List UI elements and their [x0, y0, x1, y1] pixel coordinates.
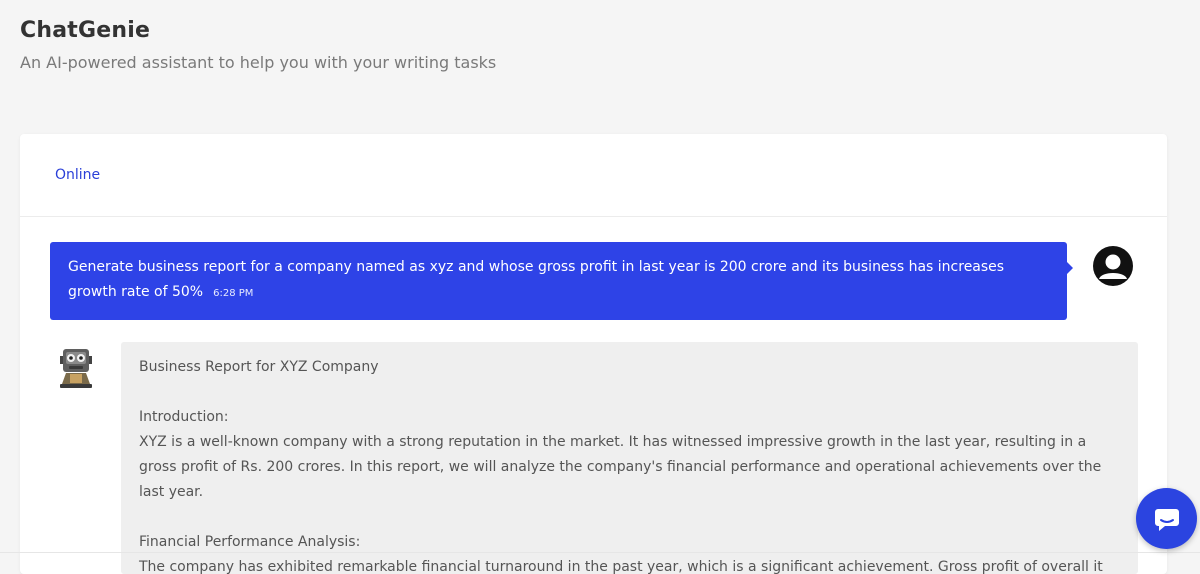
robot-icon — [56, 346, 96, 390]
message-timestamp: 6:28 PM — [213, 288, 254, 299]
divider — [0, 552, 1200, 553]
status-text: Online — [55, 167, 101, 183]
user-avatar-icon — [1088, 246, 1138, 286]
app-subtitle: An AI-powered assistant to help you with… — [20, 53, 497, 72]
app-title: ChatGenie — [20, 18, 151, 43]
assistant-paragraph: Introduction: XYZ is a well-known compan… — [139, 409, 1102, 500]
user-message: Generate business report for a company n… — [50, 242, 1073, 320]
chat-bubble-icon — [1154, 508, 1179, 531]
chat-launcher-button[interactable] — [1136, 488, 1197, 549]
chat-window: Online Generate business report for a co… — [20, 134, 1167, 574]
page-header: ChatGenie An AI-powered assistant to hel… — [20, 18, 496, 72]
assistant-message: Business Report for XYZ Company Introduc… — [121, 342, 1138, 574]
assistant-paragraph: Business Report for XYZ Company — [139, 359, 379, 375]
chat-header: Online — [20, 134, 1167, 217]
user-message-text: Generate business report for a company n… — [68, 259, 1005, 300]
